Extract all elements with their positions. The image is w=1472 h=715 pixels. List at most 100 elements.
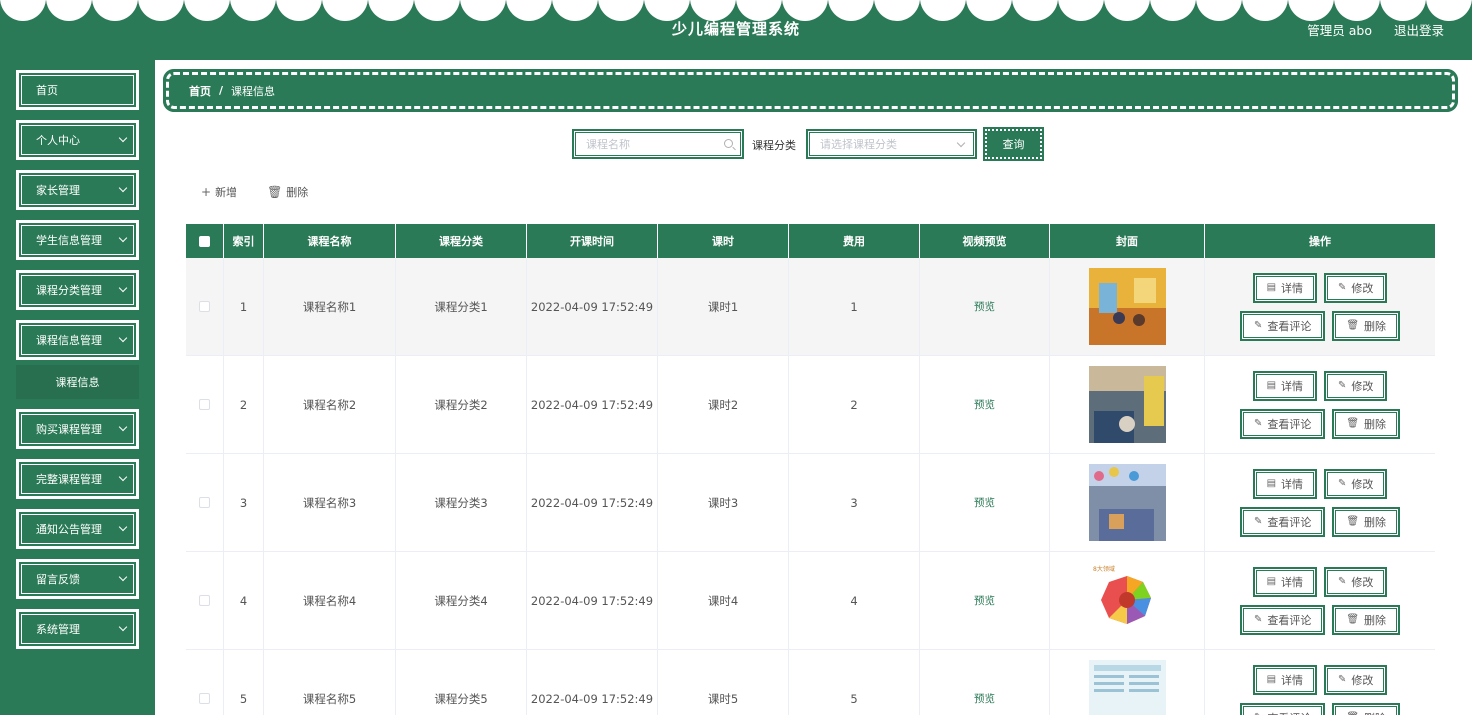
category-placeholder: 请选择课程分类 [820,138,897,151]
edit-button[interactable]: ✎ 修改 [1324,664,1388,695]
sidebar-item-student-management[interactable]: 学生信息管理 [15,219,140,261]
cell-hours: 课时1 [658,258,789,355]
cell-hours: 课时5 [658,650,789,715]
table-body: 1 课程名称1 课程分类1 2022-04-09 17:52:49 课时1 1 … [186,258,1435,715]
row-checkbox[interactable] [199,399,210,410]
sidebar-item-purchase-management[interactable]: 购买课程管理 [15,408,140,450]
table-row: 5 课程名称5 课程分类5 2022-04-09 17:52:49 课时5 5 … [186,650,1435,715]
sidebar-item-system-management[interactable]: 系统管理 [15,608,140,650]
row-delete-button[interactable]: 🗑删除 [1332,702,1401,715]
row-checkbox[interactable] [199,301,210,312]
sidebar-item-parent-management[interactable]: 家长管理 [15,169,140,211]
cell-index: 2 [224,356,264,453]
preview-link[interactable]: 预览 [974,397,995,412]
chevron-down-icon [118,422,128,432]
delete-label: 删除 [286,186,309,199]
cell-hours: 课时3 [658,454,789,551]
edit-label: 修改 [1351,575,1374,589]
header-name: 课程名称 [264,224,396,258]
cover-image [1088,268,1166,345]
row-checkbox[interactable] [199,693,210,704]
sidebar-item-course-info-management[interactable]: 课程信息管理 [15,319,140,361]
detail-button[interactable]: ▤ 详情 [1252,272,1318,303]
edit-button[interactable]: ✎ 修改 [1324,468,1388,499]
row-select-cell [186,356,224,453]
course-table: 索引 课程名称 课程分类 开课时间 课时 费用 视频预览 封面 操作 1 课程名… [186,224,1435,715]
detail-label: 详情 [1281,673,1304,687]
search-icon [724,139,733,148]
preview-link[interactable]: 预览 [974,495,995,510]
top-header: 少儿编程管理系统 管理员 abo 退出登录 [0,0,1472,60]
sidebar-item-notice-management[interactable]: 通知公告管理 [15,508,140,550]
user-area: 管理员 abo 退出登录 [1289,20,1444,39]
logout-link[interactable]: 退出登录 [1394,23,1444,38]
delete-button[interactable]: 🗑 删除 [267,184,308,200]
view-comments-button[interactable]: ✎查看评论 [1239,408,1326,439]
sidebar-item-personal-center[interactable]: 个人中心 [15,119,140,161]
pencil-icon: ✎ [1338,282,1347,293]
sidebar-item-course-category-management[interactable]: 课程分类管理 [15,269,140,311]
row-delete-button[interactable]: 🗑删除 [1332,408,1401,439]
add-button[interactable]: + 新增 [201,184,237,200]
breadcrumb-separator: / [219,84,224,97]
select-all-cell [186,224,224,258]
cell-time: 2022-04-09 17:52:49 [527,454,658,551]
cell-name: 课程名称3 [264,454,396,551]
row-delete-button[interactable]: 🗑删除 [1332,604,1401,635]
sidebar-item-label: 留言反馈 [36,573,80,586]
edit-button[interactable]: ✎ 修改 [1324,370,1388,401]
sidebar-item-complete-course-management[interactable]: 完整课程管理 [15,458,140,500]
edit-button[interactable]: ✎ 修改 [1324,272,1388,303]
detail-button[interactable]: ▤ 详情 [1252,370,1318,401]
cell-time: 2022-04-09 17:52:49 [527,552,658,649]
view-comments-label: 查看评论 [1267,613,1312,627]
cell-fee: 5 [789,650,920,715]
pencil-icon: ✎ [1338,380,1347,391]
select-all-checkbox[interactable] [199,235,210,247]
row-delete-button[interactable]: 🗑删除 [1332,506,1401,537]
view-comments-button[interactable]: ✎查看评论 [1239,604,1326,635]
detail-label: 详情 [1281,379,1304,393]
preview-link[interactable]: 预览 [974,691,995,706]
breadcrumb-home[interactable]: 首页 [189,83,211,99]
chevron-down-icon [118,133,128,143]
svg-text:8大领域: 8大领域 [1093,565,1115,573]
cell-index: 3 [224,454,264,551]
row-delete-label: 删除 [1364,515,1387,529]
pencil-icon: ✎ [1253,320,1263,331]
document-icon: ▤ [1266,282,1277,293]
edit-button[interactable]: ✎ 修改 [1324,566,1388,597]
cell-preview: 预览 [920,454,1050,551]
course-name-search-input[interactable]: 课程名称 [572,129,744,159]
view-comments-button[interactable]: ✎ 查看评论 [1239,310,1326,341]
trash-icon: 🗑 [1346,320,1360,331]
table-row: 3 课程名称3 课程分类3 2022-04-09 17:52:49 课时3 3 … [186,454,1435,552]
cell-fee: 4 [789,552,920,649]
sidebar-item-label: 系统管理 [36,623,80,636]
detail-button[interactable]: ▤ 详情 [1252,664,1318,695]
row-checkbox[interactable] [199,595,210,606]
sidebar-subitem-course-info[interactable]: 课程信息 [16,365,139,399]
sidebar-item-home[interactable]: 首页 [15,69,140,111]
query-button[interactable]: 查询 [983,127,1044,161]
view-comments-label: 查看评论 [1267,319,1312,333]
search-placeholder: 课程名称 [586,138,630,151]
sidebar-item-feedback[interactable]: 留言反馈 [15,558,140,600]
cover-image [1088,366,1166,443]
preview-link[interactable]: 预览 [974,593,995,608]
category-select[interactable]: 请选择课程分类 [806,129,977,159]
detail-button[interactable]: ▤ 详情 [1252,468,1318,499]
preview-link[interactable]: 预览 [974,299,995,314]
row-delete-button[interactable]: 🗑删除 [1332,310,1401,341]
detail-button[interactable]: ▤ 详情 [1252,566,1318,597]
cell-preview: 预览 [920,552,1050,649]
cover-image [1088,464,1166,541]
header-category: 课程分类 [396,224,527,258]
chevron-down-icon [118,622,128,632]
row-checkbox[interactable] [199,497,210,508]
view-comments-button[interactable]: ✎查看评论 [1239,702,1326,715]
view-comments-button[interactable]: ✎查看评论 [1239,506,1326,537]
document-icon: ▤ [1266,576,1277,587]
cell-cover [1050,454,1205,551]
breadcrumb: 首页 / 课程信息 [163,69,1458,112]
